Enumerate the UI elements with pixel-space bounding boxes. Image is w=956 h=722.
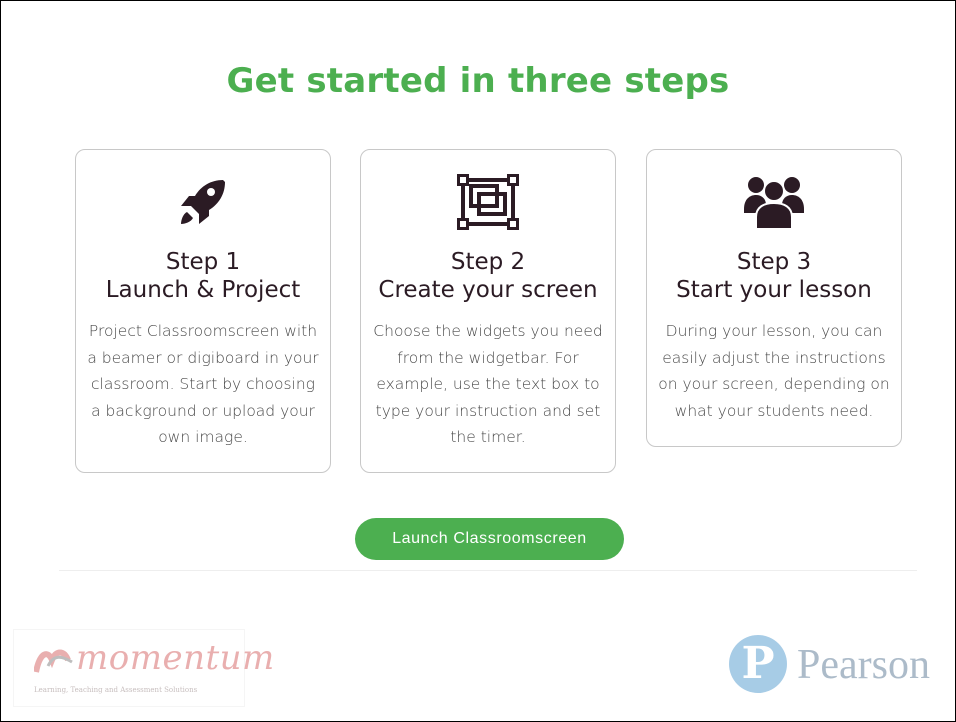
step-description: During your lesson, you can easily adjus… bbox=[658, 322, 890, 420]
pearson-wordmark: Pearson bbox=[797, 642, 930, 688]
divider bbox=[59, 570, 917, 571]
momentum-logo: momentum Learning, Teaching and Assessme… bbox=[13, 629, 274, 707]
pearson-p-icon: P bbox=[729, 635, 787, 693]
step-description: Project Classroomscreen with a beamer or… bbox=[87, 322, 319, 446]
pearson-logo: P Pearson bbox=[727, 633, 947, 703]
page-title: Get started in three steps bbox=[226, 61, 730, 101]
rocket-icon bbox=[177, 176, 229, 232]
step-title: Step 2 bbox=[450, 249, 526, 275]
step-subtitle: Start your lesson bbox=[676, 277, 872, 303]
step-title: Step 3 bbox=[736, 249, 812, 275]
layers-frame-icon bbox=[457, 174, 519, 234]
step-card-1: Step 1 Launch & Project Project Classroo… bbox=[75, 149, 331, 473]
step-description: Choose the widgets you need from the wid… bbox=[373, 322, 603, 446]
page-frame: Get started in three steps Step 1 Launch… bbox=[0, 0, 956, 722]
momentum-tagline: Learning, Teaching and Assessment Soluti… bbox=[34, 686, 198, 694]
step-title: Step 1 bbox=[165, 249, 241, 275]
momentum-wordmark: momentum bbox=[76, 638, 275, 678]
step-card-3: Step 3 Start your lesson During your les… bbox=[646, 149, 902, 447]
launch-classroomscreen-button[interactable]: Launch Classroomscreen bbox=[355, 518, 624, 560]
step-card-2: Step 2 Create your screen Choose the wid… bbox=[360, 149, 616, 473]
step-subtitle: Create your screen bbox=[378, 277, 598, 303]
group-users-icon bbox=[744, 175, 804, 233]
step-subtitle: Launch & Project bbox=[105, 277, 301, 303]
